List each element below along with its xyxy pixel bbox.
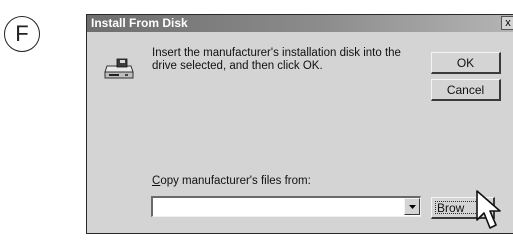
install-from-disk-dialog: Install From Disk x Insert the manufactu… xyxy=(86,14,513,234)
copy-label-text: opy manufacturer's files from: xyxy=(160,175,311,187)
step-label: F xyxy=(15,21,29,46)
dropdown-arrow-button[interactable] xyxy=(404,198,420,215)
dialog-titlebar: Install From Disk x xyxy=(87,15,513,32)
ok-button-label: OK xyxy=(456,55,475,70)
files-path-combobox[interactable] xyxy=(151,196,421,217)
cancel-button[interactable]: Cancel xyxy=(431,79,501,101)
arrow-pointer-icon xyxy=(476,190,501,229)
dialog-body: Insert the manufacturer's installation d… xyxy=(87,32,513,233)
dialog-title: Install From Disk xyxy=(91,16,188,30)
ok-button[interactable]: OK xyxy=(431,52,501,74)
instruction-message: Insert the manufacturer's installation d… xyxy=(152,47,401,72)
close-button[interactable]: x xyxy=(501,16,513,30)
step-label-badge: F xyxy=(4,16,40,52)
close-icon: x xyxy=(505,17,511,29)
chevron-down-icon xyxy=(409,205,416,209)
floppy-disk-drive-icon xyxy=(104,58,134,79)
copy-files-from-label: Copy manufacturer's files from: xyxy=(152,175,311,187)
cancel-button-label: Cancel xyxy=(446,82,485,97)
